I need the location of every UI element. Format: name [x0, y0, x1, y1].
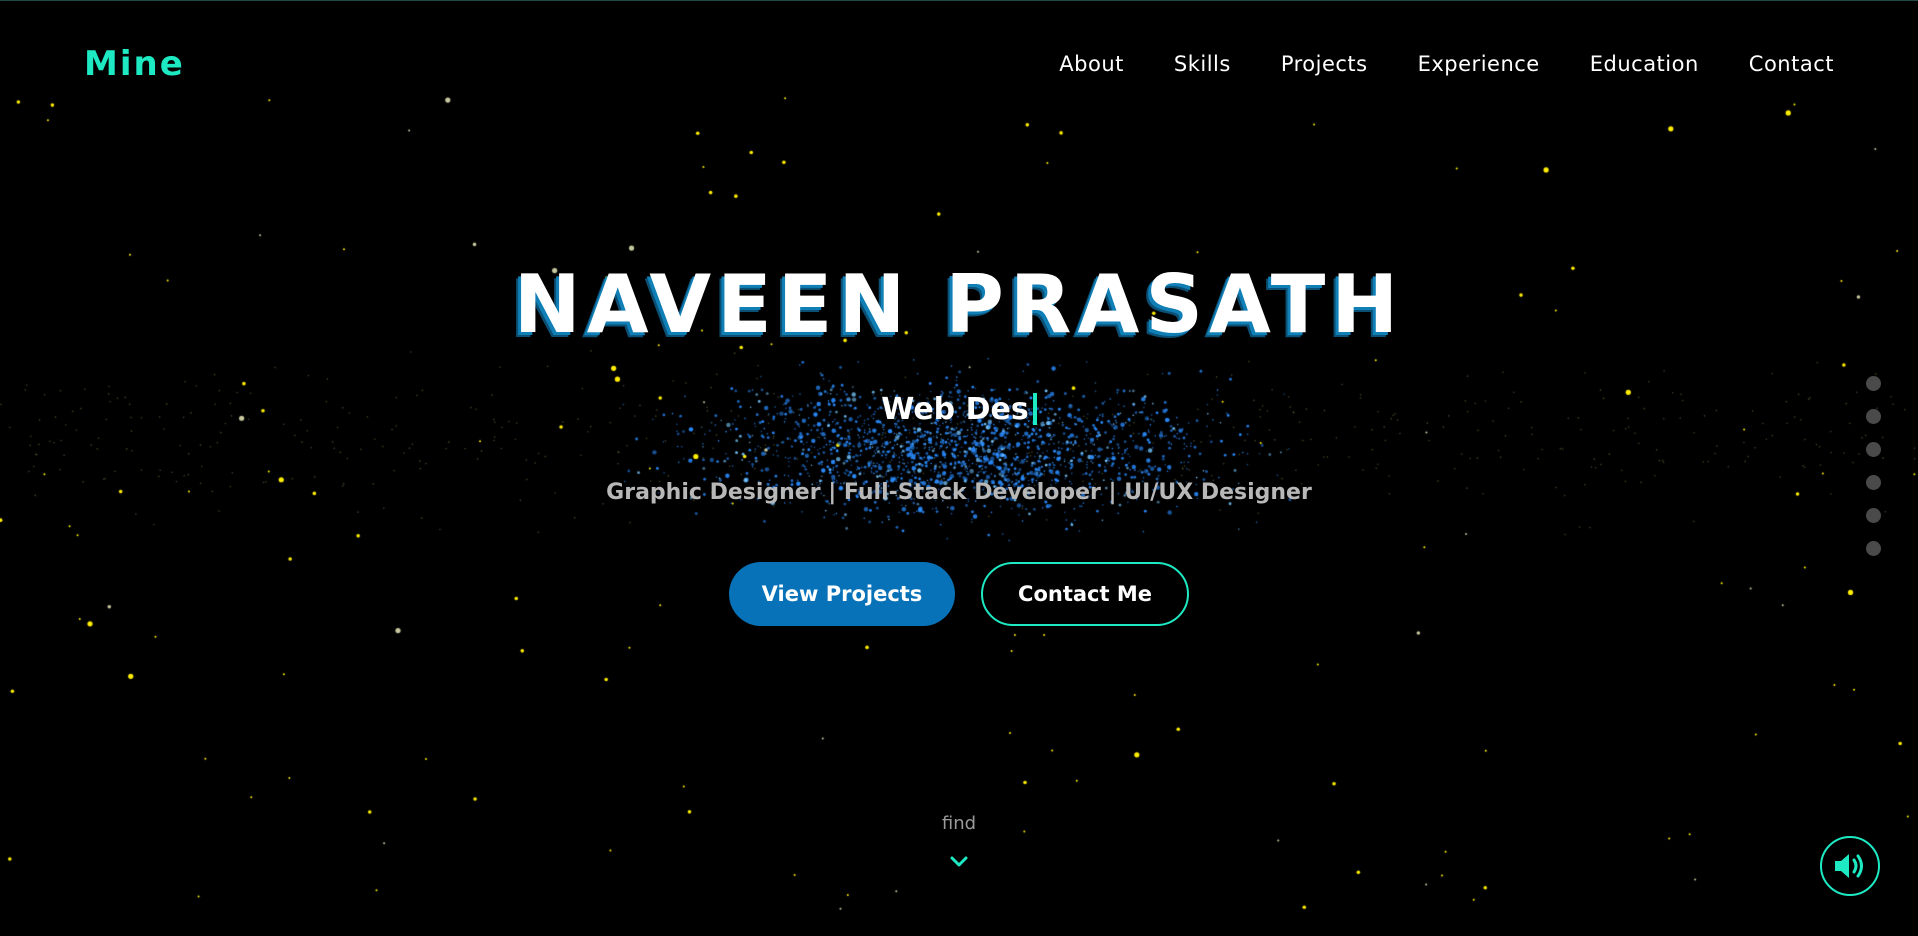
roles-subtitle: Graphic Designer | Full-Stack Developer … — [606, 480, 1312, 505]
nav-education[interactable]: Education — [1590, 52, 1699, 76]
section-dot-contact[interactable] — [1866, 541, 1881, 556]
contact-me-button[interactable]: Contact Me — [981, 562, 1189, 626]
section-dot-about[interactable] — [1866, 376, 1881, 391]
scroll-hint-label: find — [941, 813, 977, 834]
section-dot-education[interactable] — [1866, 508, 1881, 523]
section-dots — [1866, 376, 1881, 556]
typing-role: Web Des — [0, 392, 1918, 427]
main-nav: About Skills Projects Experience Educati… — [1059, 52, 1834, 76]
volume-icon — [1835, 854, 1863, 878]
chevron-down-icon[interactable] — [949, 852, 969, 872]
section-dot-skills[interactable] — [1866, 409, 1881, 424]
section-dot-experience[interactable] — [1866, 475, 1881, 490]
nav-projects[interactable]: Projects — [1281, 52, 1368, 76]
page: Mine About Skills Projects Experience Ed… — [0, 0, 1918, 936]
nav-about[interactable]: About — [1059, 52, 1124, 76]
particle-background — [0, 0, 1918, 936]
hero-buttons: View Projects Contact Me — [0, 562, 1918, 626]
hero-name: NAVEEN PRASATH — [513, 258, 1405, 351]
view-projects-button[interactable]: View Projects — [729, 562, 955, 626]
section-dot-projects[interactable] — [1866, 442, 1881, 457]
typing-text: Web Des — [881, 392, 1029, 427]
brand-logo[interactable]: Mine — [84, 44, 185, 84]
nav-skills[interactable]: Skills — [1174, 52, 1231, 76]
nav-experience[interactable]: Experience — [1418, 52, 1540, 76]
nav-contact[interactable]: Contact — [1749, 52, 1834, 76]
sound-toggle-button[interactable] — [1820, 836, 1880, 896]
typing-caret — [1032, 393, 1037, 425]
